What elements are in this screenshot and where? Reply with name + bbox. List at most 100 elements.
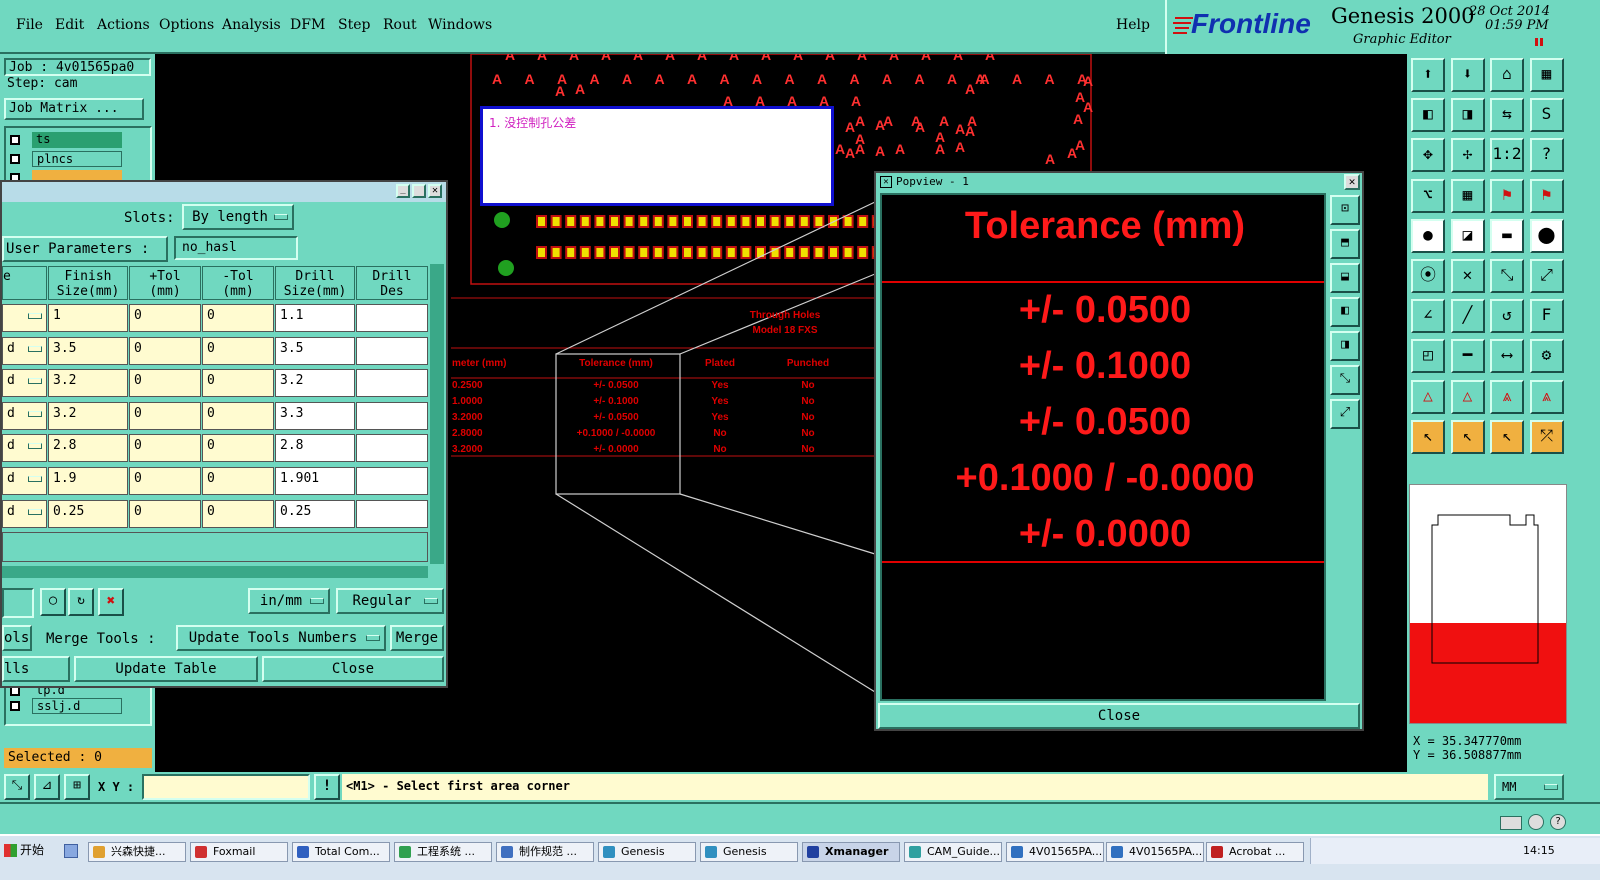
select-tool-icon[interactable]: ⤡ xyxy=(4,774,30,800)
flag-red-icon[interactable]: ⚑ xyxy=(1490,178,1524,213)
type-dropdown[interactable]: d xyxy=(2,467,47,495)
table-cell[interactable]: 0 xyxy=(129,499,201,528)
zoom-home-icon[interactable]: ⊡ xyxy=(1330,195,1360,225)
menu-file[interactable]: File xyxy=(16,17,43,33)
connect-icon[interactable]: ⦿ xyxy=(1411,259,1445,293)
drill-des-field[interactable] xyxy=(356,467,428,495)
table-cell[interactable]: 0 xyxy=(202,304,274,332)
drill-des-field[interactable] xyxy=(356,304,428,332)
minimize-icon[interactable]: _ xyxy=(396,184,410,198)
quicklaunch-icon[interactable] xyxy=(64,844,78,858)
table-cell[interactable]: 0 xyxy=(129,467,201,495)
menu-windows[interactable]: Windows xyxy=(428,17,492,33)
swap-icon[interactable]: ⇆ xyxy=(1490,98,1524,133)
table-cell[interactable]: 2.8 xyxy=(275,434,355,463)
drill-des-field[interactable] xyxy=(356,401,428,430)
pad-edit-icon[interactable]: ◰ xyxy=(1411,339,1445,374)
arc-icon[interactable]: ↺ xyxy=(1490,299,1524,334)
close-icon[interactable]: ✕ xyxy=(1344,174,1360,190)
vertical-scrollbar[interactable] xyxy=(430,264,444,564)
triangle-icon[interactable]: △ xyxy=(1411,379,1445,414)
pan-down-icon[interactable]: ⬓ xyxy=(1330,263,1360,293)
type-dropdown[interactable]: d xyxy=(2,369,47,398)
angle-icon[interactable]: ∠ xyxy=(1411,299,1445,334)
taskbar-button[interactable]: Acrobat ... xyxy=(1206,842,1304,862)
drill-des-field[interactable] xyxy=(356,336,428,365)
refresh-icon[interactable]: ↻ xyxy=(68,588,94,616)
taskbar-button[interactable]: Genesis xyxy=(700,842,798,862)
table-cell[interactable]: 0 xyxy=(202,336,274,365)
home-icon[interactable]: ⌂ xyxy=(1490,58,1524,92)
keyboard-icon[interactable] xyxy=(1500,816,1522,830)
upload-icon[interactable]: ⬆ xyxy=(1411,58,1445,92)
type-dropdown[interactable]: d xyxy=(2,434,47,463)
menu-options[interactable]: Options xyxy=(159,17,214,33)
help-icon[interactable]: ? xyxy=(1529,138,1564,173)
type-dropdown[interactable]: d xyxy=(2,499,47,528)
table-cell[interactable]: 3.2 xyxy=(48,369,128,398)
column-header[interactable]: e xyxy=(2,266,47,300)
drill-des-field[interactable] xyxy=(356,434,428,463)
table-cell[interactable]: 1 xyxy=(48,304,128,332)
taskbar-button[interactable]: 4V01565PA... xyxy=(1106,842,1204,862)
update-table-button[interactable]: Update Table xyxy=(74,656,258,682)
flip-icon[interactable]: F xyxy=(1529,299,1564,334)
pointer-move-icon[interactable]: ⤱ xyxy=(1529,419,1564,454)
layer-item[interactable]: sslj.d xyxy=(8,698,122,714)
taskbar-button[interactable]: 4V01565PA... xyxy=(1006,842,1104,862)
units-selector[interactable]: MM xyxy=(1494,774,1564,800)
type-dropdown[interactable]: d xyxy=(2,336,47,365)
table-cell[interactable]: 3.3 xyxy=(275,401,355,430)
move-icon[interactable]: ✥ xyxy=(1411,138,1445,173)
table-cell[interactable]: 1.9 xyxy=(48,467,128,495)
table-cell[interactable]: 2.8 xyxy=(48,434,128,463)
diagonal-icon[interactable]: ╱ xyxy=(1450,299,1485,334)
taskbar-button[interactable]: Foxmail xyxy=(190,842,288,862)
table-cell[interactable]: 3.2 xyxy=(48,401,128,430)
column-header[interactable]: -Tol (mm) xyxy=(202,266,274,300)
merge-button[interactable]: Merge xyxy=(390,625,444,651)
arc-line-icon[interactable]: ⤢ xyxy=(1529,259,1564,293)
snap-icon[interactable]: S xyxy=(1529,98,1564,133)
table-cell[interactable]: 0 xyxy=(202,369,274,398)
annotation-note[interactable]: 1. 没控制孔公差 xyxy=(480,106,834,206)
table-cell[interactable]: 3.2 xyxy=(275,369,355,398)
layout-icon[interactable]: ▦ xyxy=(1529,58,1564,92)
start-button[interactable]: 开始 xyxy=(2,840,54,862)
close-icon[interactable]: ✕ xyxy=(428,184,442,198)
table-cell[interactable]: 0 xyxy=(129,401,201,430)
mode-dropdown[interactable]: Regular xyxy=(336,588,444,614)
layer-checkbox[interactable] xyxy=(10,701,20,711)
layer-item[interactable]: plncs xyxy=(8,151,122,167)
cluster-icon[interactable]: ⚙ xyxy=(1529,339,1564,374)
column-header[interactable]: Finish Size(mm) xyxy=(48,266,128,300)
close-button[interactable]: Close xyxy=(262,656,444,682)
taskbar-button[interactable]: 制作规范 ... xyxy=(496,842,594,862)
table-cell[interactable]: 0 xyxy=(202,434,274,463)
popview-canvas[interactable]: Tolerance (mm) +/- 0.0500 +/- 0.1000 +/-… xyxy=(880,193,1326,701)
overview-map[interactable] xyxy=(1409,484,1567,724)
user-parameters-button[interactable]: User Parameters : xyxy=(2,236,168,262)
job-matrix-button[interactable]: Job Matrix ... xyxy=(4,98,144,120)
pointer-icon[interactable]: ↖ xyxy=(1411,419,1445,454)
delete-icon[interactable]: ✖ xyxy=(98,588,124,616)
table-cell[interactable]: 3.5 xyxy=(275,336,355,365)
table-cell[interactable]: 0 xyxy=(202,467,274,495)
column-header[interactable]: Drill Des xyxy=(356,266,428,300)
scale-icon[interactable]: 1:2 xyxy=(1490,138,1524,173)
tools-button[interactable]: ols xyxy=(2,625,32,651)
taskbar-button[interactable]: Genesis xyxy=(598,842,696,862)
taskbar-button[interactable]: Total Com... xyxy=(292,842,390,862)
pan-up-icon[interactable]: ⬒ xyxy=(1330,229,1360,259)
drill-des-field[interactable] xyxy=(356,499,428,528)
maximize-icon[interactable] xyxy=(412,184,426,198)
bridge-alt-icon[interactable]: ⩓ xyxy=(1529,379,1564,414)
dimension-icon[interactable]: ⟷ xyxy=(1490,339,1524,374)
table-cell[interactable]: 1.901 xyxy=(275,467,355,495)
bulb-icon[interactable]: ◯ xyxy=(40,588,66,616)
update-tools-numbers-dropdown[interactable]: Update Tools Numbers xyxy=(176,625,386,651)
flag-blue-icon[interactable]: ⚑ xyxy=(1529,178,1564,213)
popview-close-button[interactable]: Close xyxy=(878,703,1360,729)
units-dropdown[interactable]: in/mm xyxy=(248,588,330,614)
pointer-box-icon[interactable]: ↖ xyxy=(1490,419,1524,454)
